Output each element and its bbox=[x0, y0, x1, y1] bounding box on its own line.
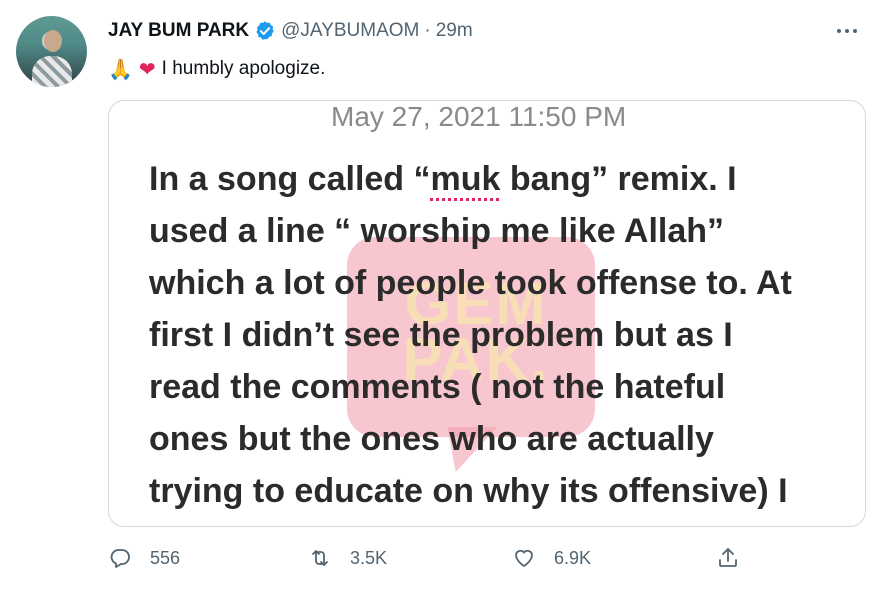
tweet-timestamp[interactable]: 29m bbox=[436, 20, 473, 42]
tweet-media-image[interactable]: May 27, 2021 11:50 PM GEM PAK. In a song… bbox=[108, 100, 866, 527]
reply-icon bbox=[110, 549, 130, 568]
note-line: read the comments ( not the hateful bbox=[149, 368, 726, 406]
tweet-actions: 556 3.5K 6.9K bbox=[108, 546, 744, 576]
tweet-body: I humbly apologize. bbox=[161, 58, 326, 79]
note-text: In a song called “muk bang” remix. I use… bbox=[149, 153, 849, 517]
reply-count: 556 bbox=[150, 547, 181, 568]
separator-dot: · bbox=[424, 20, 431, 41]
tweet-text: 🙏 ❤ I humbly apologize. bbox=[108, 57, 325, 81]
avatar-head bbox=[44, 30, 62, 52]
note-line: first I didn’t see the problem but as I bbox=[149, 316, 733, 354]
note-line: used a line “ worship me like Allah” bbox=[149, 212, 725, 250]
more-options-icon[interactable] bbox=[830, 20, 864, 42]
verified-badge-icon bbox=[256, 21, 274, 40]
avatar-shirt bbox=[32, 56, 72, 87]
red-heart-emoji: ❤ bbox=[138, 57, 156, 81]
share-button[interactable] bbox=[716, 546, 740, 570]
like-button[interactable]: 6.9K bbox=[512, 546, 591, 570]
author-handle[interactable]: @JAYBUMAOM bbox=[281, 20, 419, 42]
heart-icon bbox=[515, 549, 533, 567]
share-icon bbox=[719, 548, 737, 567]
like-count: 6.9K bbox=[554, 547, 592, 568]
note-line: trying to educate on why its offensive) … bbox=[149, 472, 788, 510]
note-line: ones but the ones who are actually bbox=[149, 420, 714, 458]
spellcheck-word: muk bbox=[430, 160, 501, 198]
author-name[interactable]: JAY BUM PARK bbox=[108, 20, 249, 42]
retweet-icon bbox=[312, 550, 328, 566]
author-avatar[interactable] bbox=[16, 16, 87, 87]
folded-hands-emoji: 🙏 bbox=[108, 57, 133, 81]
retweet-count: 3.5K bbox=[350, 547, 388, 568]
retweet-button[interactable]: 3.5K bbox=[308, 546, 387, 570]
reply-button[interactable]: 556 bbox=[108, 546, 180, 570]
tweet-header: JAY BUM PARK @JAYBUMAOM · 29m bbox=[108, 18, 473, 44]
note-date: May 27, 2021 11:50 PM bbox=[331, 101, 627, 132]
note-line: which a lot of people took offense to. A… bbox=[149, 264, 792, 302]
note-line: In a song called “muk bang” remix. I bbox=[149, 160, 737, 198]
